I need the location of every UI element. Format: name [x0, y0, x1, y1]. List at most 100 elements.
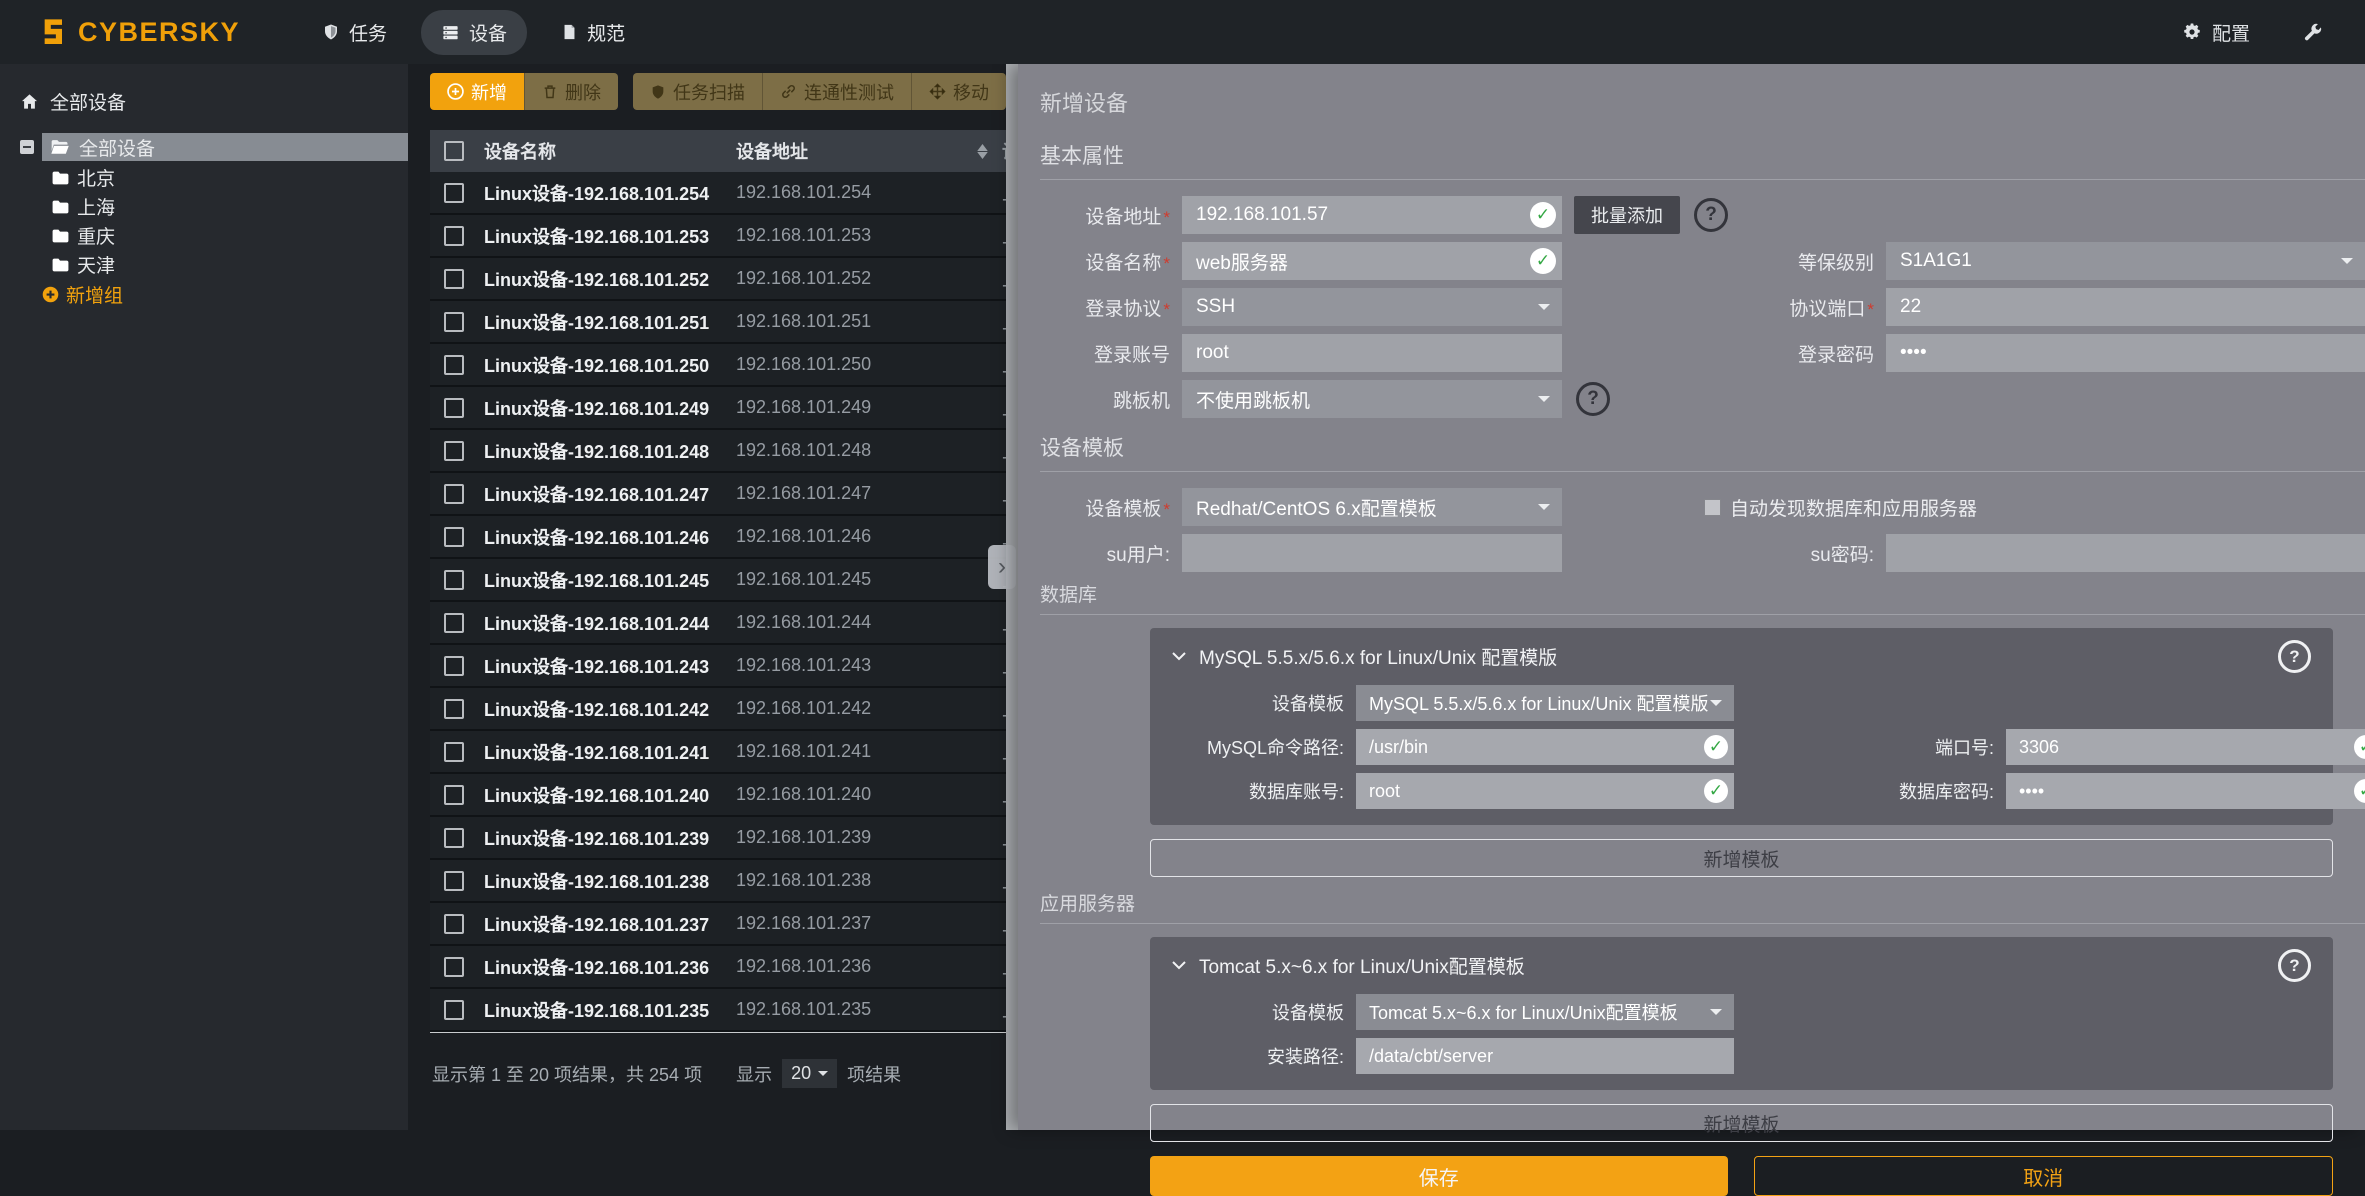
delete-device-label: 删除	[565, 79, 601, 105]
scrollbar[interactable]	[1006, 64, 1018, 1130]
collapse-icon[interactable]	[20, 140, 34, 154]
login-protocol-select[interactable]: SSH	[1182, 288, 1562, 326]
help-icon[interactable]: ?	[2278, 640, 2311, 673]
tree-node-group[interactable]: 天津	[0, 250, 408, 279]
su-password-input[interactable]	[1886, 534, 2365, 572]
auto-discover-checkbox[interactable]	[1704, 499, 1721, 516]
tree-node-all-devices[interactable]: 全部设备	[42, 133, 408, 161]
cell-device-name: Linux设备-192.168.101.236	[484, 954, 736, 980]
tree-node-group[interactable]: 上海	[0, 192, 408, 221]
tomcat-device-template-select[interactable]: Tomcat 5.x~6.x for Linux/Unix配置模板	[1356, 994, 1734, 1030]
cell-device-address: 192.168.101.235	[736, 999, 1002, 1020]
row-checkbox[interactable]	[444, 742, 464, 762]
row-checkbox[interactable]	[444, 484, 464, 504]
add-database-template-button[interactable]: 新增模板	[1150, 839, 2333, 877]
tree-node-group[interactable]: 北京	[0, 163, 408, 192]
batch-add-button[interactable]: 批量添加	[1574, 196, 1680, 234]
row-checkbox[interactable]	[444, 785, 464, 805]
required-mark: *	[1163, 300, 1170, 319]
mysql-password-label: 数据库密码:	[1854, 778, 1994, 804]
device-template-select[interactable]: Redhat/CentOS 6.x配置模板	[1182, 488, 1562, 526]
connectivity-test-button[interactable]: 连通性测试	[762, 73, 911, 110]
help-icon[interactable]: ?	[2278, 949, 2311, 982]
row-checkbox[interactable]	[444, 1000, 464, 1020]
main-nav: 任务 设备 规范	[302, 10, 645, 55]
row-checkbox[interactable]	[444, 570, 464, 590]
add-group-button[interactable]: 新增组	[0, 279, 408, 309]
row-checkbox[interactable]	[444, 226, 464, 246]
jump-server-value: 不使用跳板机	[1196, 386, 1310, 413]
save-button[interactable]: 保存	[1150, 1156, 1728, 1196]
row-checkbox[interactable]	[444, 398, 464, 418]
row-checkbox[interactable]	[444, 613, 464, 633]
cell-device-address: 192.168.101.253	[736, 225, 1002, 246]
tomcat-card-header[interactable]: Tomcat 5.x~6.x for Linux/Unix配置模板 ?	[1172, 949, 2311, 982]
device-address-input[interactable]	[1182, 196, 1562, 234]
cancel-button[interactable]: 取消	[1754, 1156, 2334, 1196]
row-checkbox[interactable]	[444, 914, 464, 934]
add-appserver-template-button[interactable]: 新增模板	[1150, 1104, 2333, 1142]
mysql-port-field: ✓	[2006, 729, 2365, 765]
mysql-cmd-path-input[interactable]	[1356, 729, 1734, 765]
row-checkbox[interactable]	[444, 355, 464, 375]
cell-device-address: 192.168.101.244	[736, 612, 1002, 633]
drawer-collapse-handle[interactable]: ›	[988, 545, 1016, 589]
help-icon[interactable]: ?	[1694, 198, 1728, 232]
required-mark: *	[1867, 300, 1874, 319]
mysql-device-template-select[interactable]: MySQL 5.5.x/5.6.x for Linux/Unix 配置模版	[1356, 685, 1734, 721]
su-user-label: su用户:	[1040, 540, 1170, 567]
mysql-password-input[interactable]	[2006, 773, 2365, 809]
database-section-heading: 数据库	[1040, 580, 2365, 607]
nav-item-devices[interactable]: 设备	[421, 10, 527, 55]
row-checkbox[interactable]	[444, 312, 464, 332]
mysql-port-label: 端口号:	[1854, 734, 1994, 760]
cell-device-name: Linux设备-192.168.101.250	[484, 352, 736, 378]
tomcat-install-path-input[interactable]	[1356, 1038, 1734, 1074]
row-checkbox[interactable]	[444, 441, 464, 461]
row-checkbox[interactable]	[444, 699, 464, 719]
add-device-button[interactable]: 新增	[430, 73, 524, 110]
wrench-icon[interactable]	[2302, 22, 2323, 43]
row-checkbox[interactable]	[444, 269, 464, 289]
mysql-account-input[interactable]	[1356, 773, 1734, 809]
row-checkbox[interactable]	[444, 871, 464, 891]
row-checkbox[interactable]	[444, 957, 464, 977]
tomcat-install-path-field	[1356, 1038, 1734, 1074]
navbar-right: 配置	[2181, 19, 2365, 46]
row-checkbox[interactable]	[444, 656, 464, 676]
folder-open-icon	[50, 139, 70, 156]
nav-item-specs[interactable]: 规范	[541, 10, 645, 55]
su-user-input[interactable]	[1182, 534, 1562, 572]
nav-item-tasks[interactable]: 任务	[302, 10, 407, 55]
page-size-select[interactable]: 20	[782, 1059, 837, 1088]
sort-up-icon	[977, 144, 988, 151]
move-button[interactable]: 移动	[911, 73, 1006, 110]
mysql-port-input[interactable]	[2006, 729, 2365, 765]
column-header-name[interactable]: 设备名称	[484, 138, 736, 164]
tomcat-template-card: Tomcat 5.x~6.x for Linux/Unix配置模板 ? 设备模板…	[1150, 937, 2333, 1090]
jump-server-select[interactable]: 不使用跳板机	[1182, 380, 1562, 418]
row-checkbox[interactable]	[444, 183, 464, 203]
row-checkbox[interactable]	[444, 828, 464, 848]
help-icon[interactable]: ?	[1576, 382, 1610, 416]
select-all-checkbox[interactable]	[444, 141, 464, 161]
login-account-input[interactable]	[1182, 334, 1562, 372]
config-button[interactable]: 配置	[2181, 19, 2250, 46]
config-label: 配置	[2212, 19, 2250, 46]
login-protocol-label: 登录协议*	[1040, 294, 1170, 321]
sort-icon[interactable]	[977, 144, 988, 159]
tree-node-group[interactable]: 重庆	[0, 221, 408, 250]
protocol-port-input[interactable]	[1886, 288, 2365, 326]
device-name-input[interactable]	[1182, 242, 1562, 280]
device-name-label: 设备名称*	[1040, 248, 1170, 275]
task-scan-label: 任务扫描	[673, 79, 745, 105]
logo-icon	[38, 16, 70, 48]
task-scan-button[interactable]: 任务扫描	[633, 73, 762, 110]
protection-level-select[interactable]: S1A1G1	[1886, 242, 2365, 280]
login-password-input[interactable]	[1886, 334, 2365, 372]
mysql-card-header[interactable]: MySQL 5.5.x/5.6.x for Linux/Unix 配置模版 ?	[1172, 640, 2311, 673]
delete-device-button[interactable]: 删除	[524, 73, 618, 110]
column-header-address[interactable]: 设备地址	[736, 138, 1002, 164]
chevron-down-icon	[1538, 396, 1550, 408]
row-checkbox[interactable]	[444, 527, 464, 547]
